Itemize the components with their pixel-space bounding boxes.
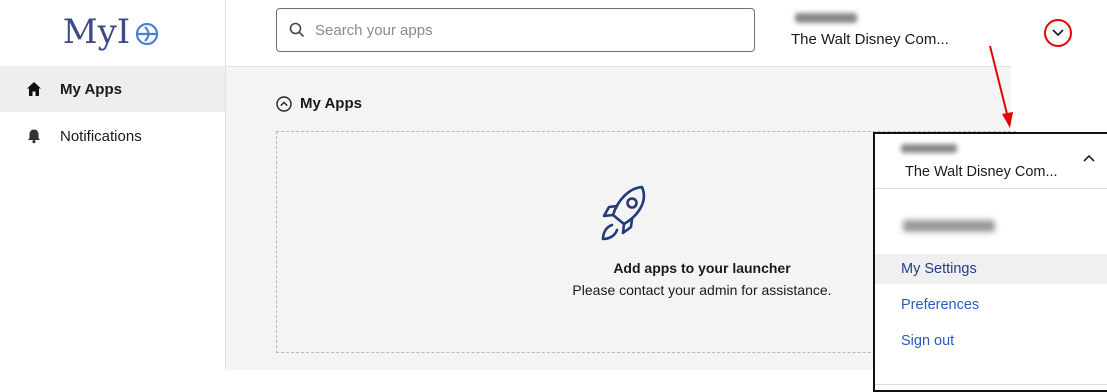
annotation-arrow [989,45,1013,128]
account-dropdown: The Walt Disney Com... My Settings Prefe… [873,132,1107,392]
user-name-redacted [795,13,857,23]
sidebar-item-label: Notifications [60,127,142,145]
bell-icon [26,128,42,144]
menu-item-my-settings[interactable]: My Settings [875,254,1107,284]
top-bar: The Walt Disney Com... [226,0,1011,67]
search-box[interactable] [276,8,755,52]
sidebar-item-label: My Apps [60,80,122,98]
app-logo[interactable]: MyI [0,0,225,64]
dropdown-header[interactable]: The Walt Disney Com... [875,134,1107,189]
account-menu-toggle[interactable] [1044,19,1072,47]
user-org: The Walt Disney Com... [791,31,949,48]
sidebar: MyI My Apps Notifications [0,0,226,370]
sidebar-item-my-apps[interactable]: My Apps [0,66,225,112]
section-title: My Apps [300,95,362,112]
chevron-down-icon [1052,29,1064,37]
dropdown-user-org: The Walt Disney Com... [905,164,1058,180]
dropdown-user-name-redacted [901,144,957,153]
section-toggle-my-apps[interactable]: My Apps [276,95,362,112]
user-account-block[interactable]: The Walt Disney Com... [791,11,971,48]
dropdown-redacted-line [903,220,995,232]
home-icon [26,81,42,97]
logo-text: MyI [62,12,131,52]
d-logo-icon [136,22,159,46]
search-input[interactable] [313,20,737,40]
menu-item-sign-out[interactable]: Sign out [875,326,1107,356]
chevron-up-circle-icon [276,95,292,112]
sidebar-item-notifications[interactable]: Notifications [0,113,225,159]
search-icon [289,22,305,38]
dropdown-divider [875,384,1107,385]
chevron-up-icon[interactable] [1083,154,1095,162]
menu-item-preferences[interactable]: Preferences [875,290,1107,320]
rocket-icon [601,185,646,241]
